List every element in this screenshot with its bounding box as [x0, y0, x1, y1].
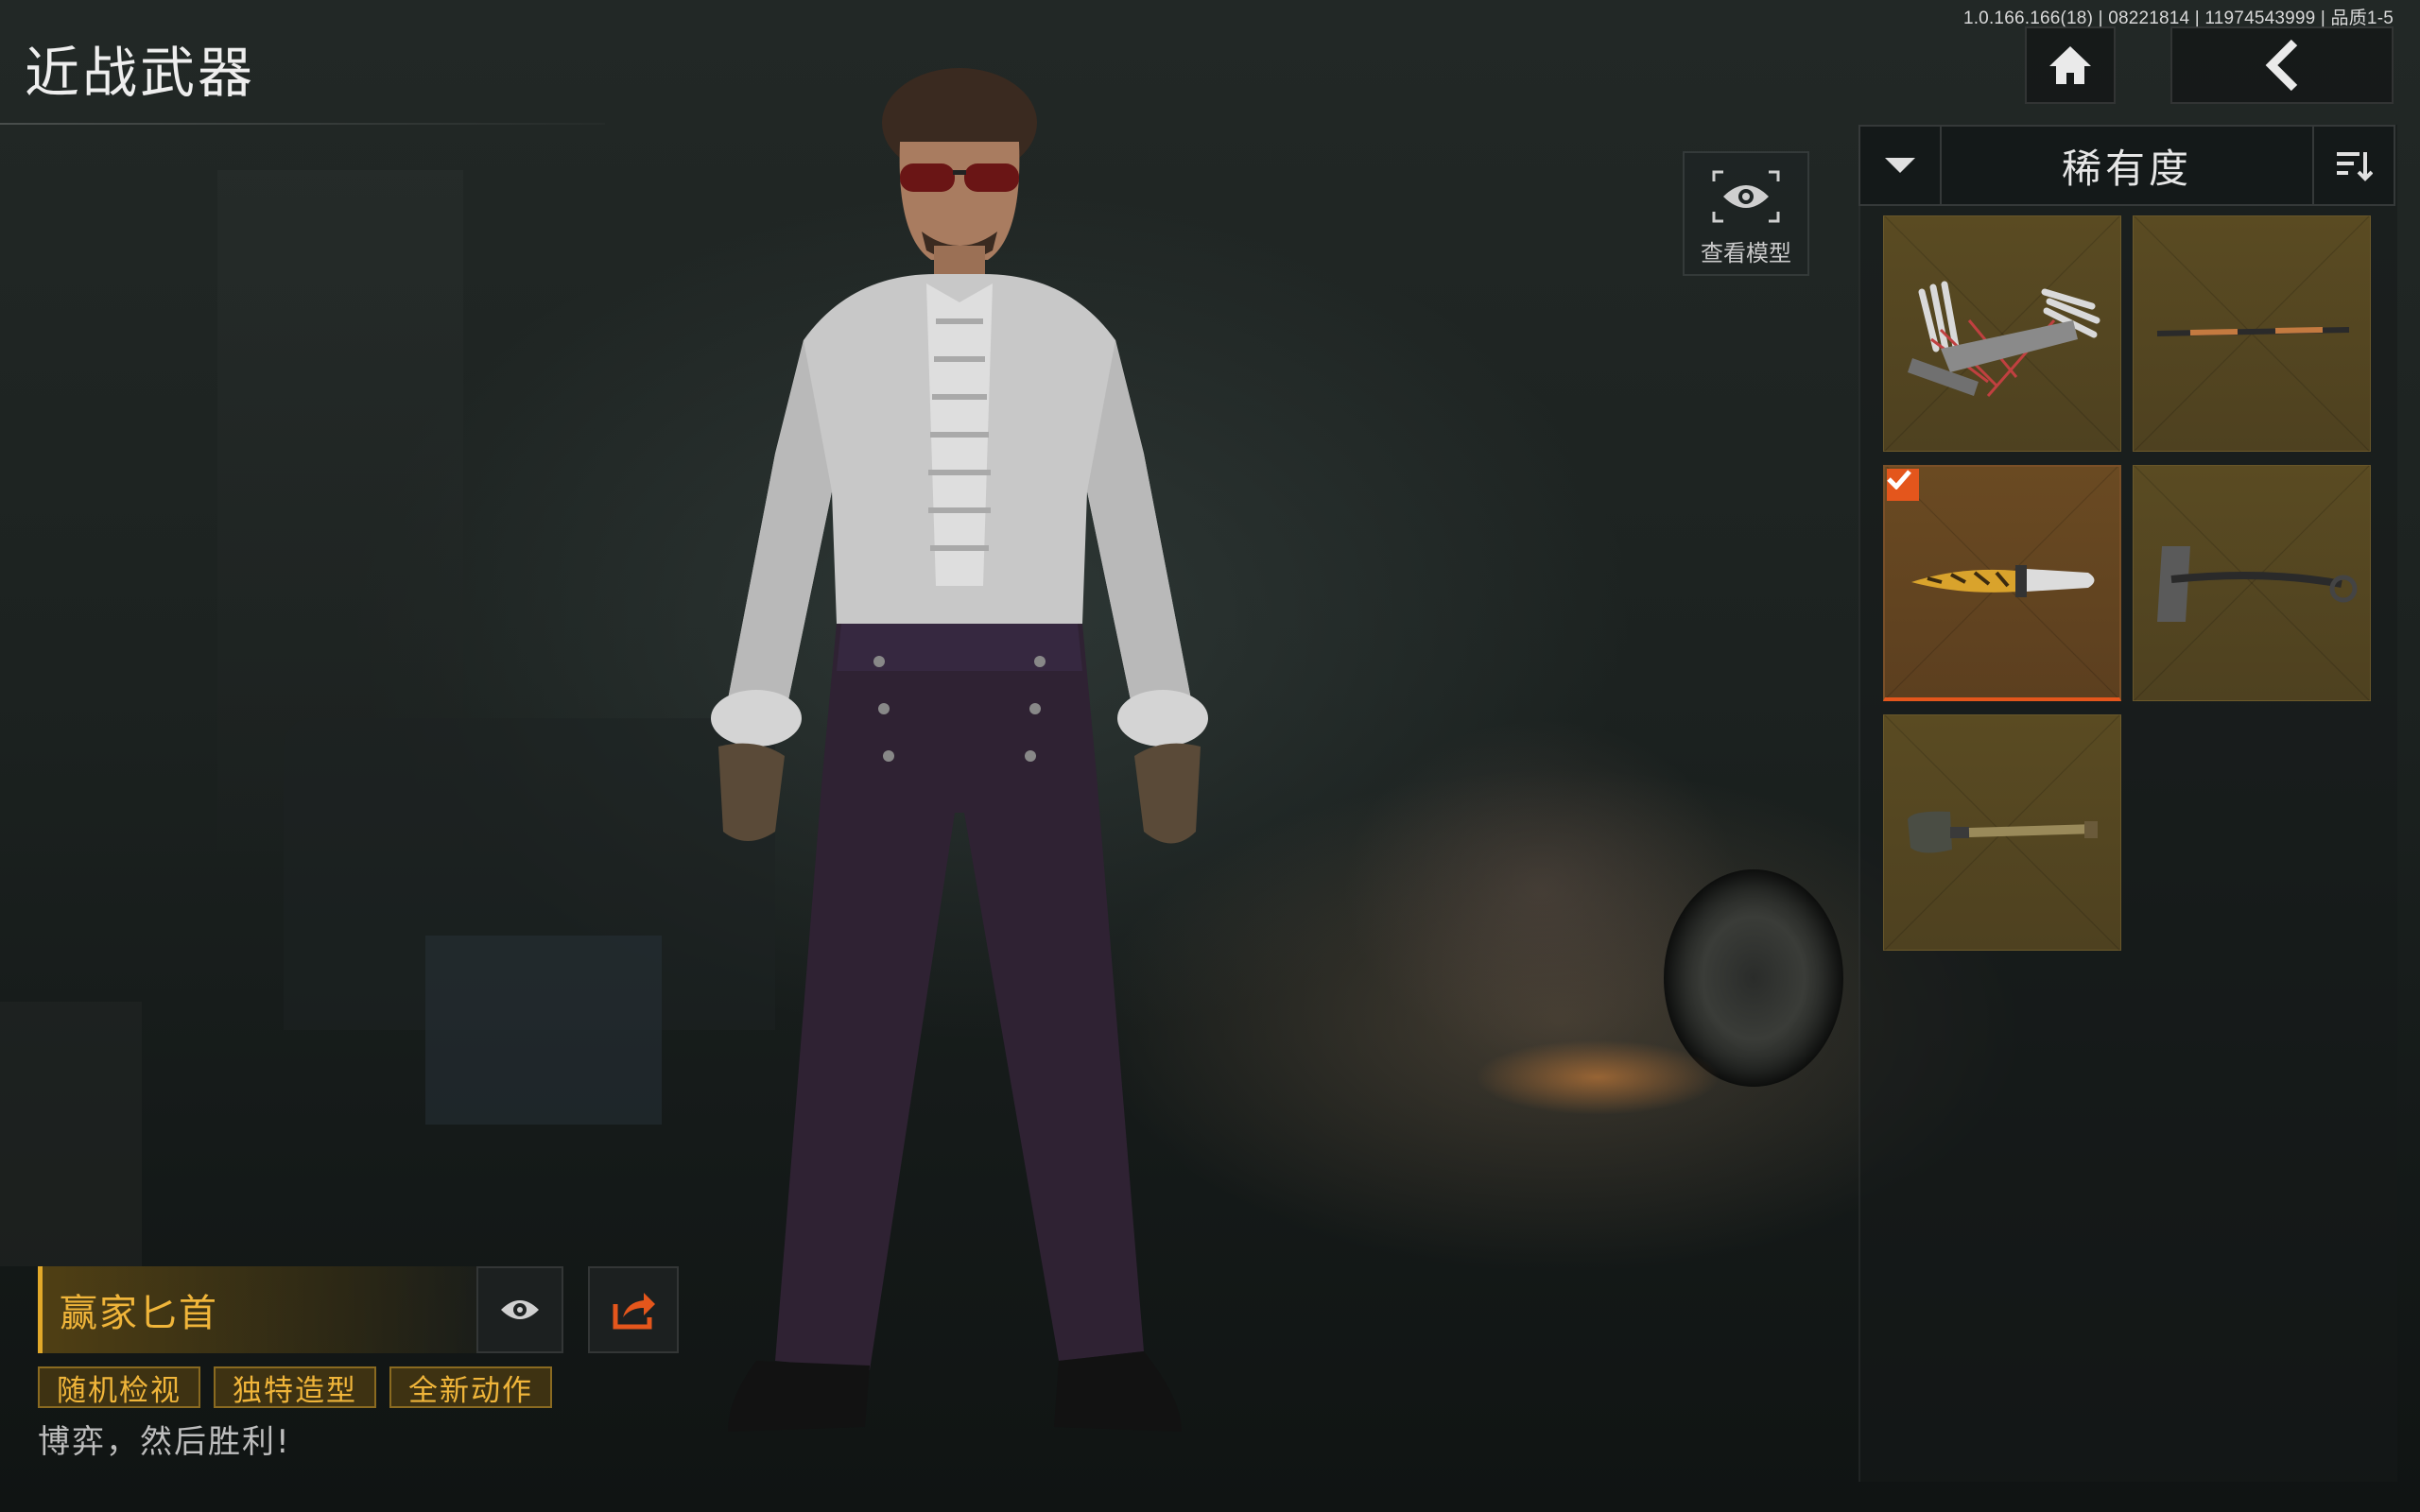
dagger-icon	[1911, 565, 2095, 597]
item-tile-pickaxe[interactable]	[2133, 465, 2371, 701]
item-tile-shovel[interactable]	[1883, 714, 2121, 951]
claw-weapon-icon	[1908, 281, 2100, 397]
sort-bar: 稀有度	[1858, 125, 2395, 206]
item-tile-claw[interactable]	[1883, 215, 2121, 452]
sort-dropdown-toggle[interactable]	[1860, 127, 1942, 204]
chevron-down-icon	[1885, 158, 1915, 173]
inspect-button[interactable]	[476, 1266, 563, 1353]
item-name: 赢家匕首	[60, 1292, 218, 1335]
background-barrel	[0, 1002, 142, 1266]
shovel-icon	[1908, 811, 2098, 853]
share-icon	[613, 1293, 655, 1330]
chevron-left-icon	[2265, 39, 2298, 92]
feature-tag: 全新动作	[389, 1366, 552, 1408]
feature-tag: 独特造型	[214, 1366, 376, 1408]
home-button[interactable]	[2025, 26, 2116, 104]
pickaxe-icon	[2157, 546, 2358, 622]
sort-label[interactable]: 稀有度	[1942, 127, 2312, 204]
background-wheel	[1664, 869, 1843, 1087]
back-button[interactable]	[2170, 26, 2394, 104]
sort-icon	[2337, 152, 2373, 181]
smoke	[1342, 718, 1739, 1058]
eye-icon	[501, 1300, 539, 1319]
fire-glow	[1475, 1040, 1720, 1115]
eye-icon	[1710, 168, 1782, 225]
sort-order-button[interactable]	[2312, 127, 2394, 204]
feature-tag: 随机检视	[38, 1366, 200, 1408]
view-model-label: 查看模型	[1701, 240, 1791, 266]
page-title: 近战武器	[25, 41, 256, 105]
version-info: 1.0.166.166(18) | 08221814 | 11974543999…	[1962, 9, 2394, 28]
item-name-bar: 赢家匕首	[38, 1266, 476, 1353]
share-button[interactable]	[588, 1266, 679, 1353]
view-model-button[interactable]: 查看模型	[1683, 151, 1809, 276]
item-description: 博弈，然后胜利!	[38, 1423, 291, 1461]
background-crate	[425, 936, 662, 1125]
background-structure	[217, 170, 463, 850]
item-tile-dagger[interactable]	[1883, 465, 2121, 701]
rod-weapon-icon	[2156, 327, 2350, 336]
title-divider	[0, 123, 605, 125]
feature-tags: 随机检视 独特造型 全新动作	[38, 1366, 552, 1408]
character-model	[711, 68, 1208, 1432]
item-tile-rod[interactable]	[2133, 215, 2371, 452]
home-icon	[2049, 46, 2091, 84]
